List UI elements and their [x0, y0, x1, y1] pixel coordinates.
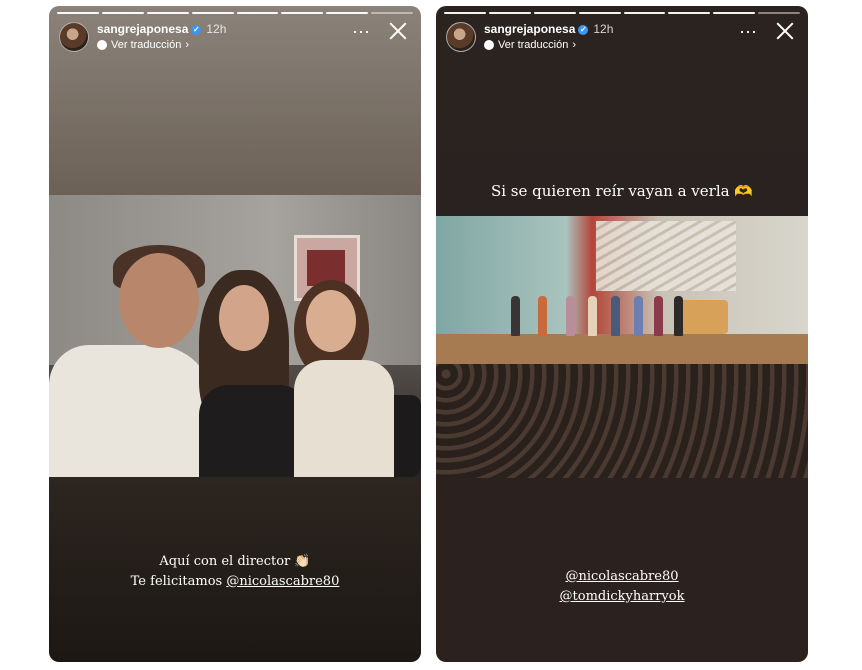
translate-link[interactable]: Ver traducción ›	[484, 39, 576, 51]
mention-link[interactable]: @tomdickyharryok	[436, 587, 808, 607]
chevron-right-icon: ›	[572, 39, 576, 51]
person-2-body	[199, 385, 309, 477]
actor	[588, 296, 597, 336]
story-caption-bottom: @nicolascabre80 @tomdickyharryok	[436, 567, 808, 607]
translate-label[interactable]: Ver traducción	[498, 39, 568, 51]
actor	[674, 296, 683, 336]
person-1-face	[119, 253, 199, 348]
story-card-1[interactable]: sangrejaponesa ✓ 12h Ver traducción › ⋯ Aq…	[49, 6, 421, 662]
progress-segment	[326, 12, 369, 14]
caption-prefix: Te felicitamos	[130, 574, 227, 589]
progress-segment	[444, 12, 486, 14]
progress-segment	[713, 12, 756, 14]
caption-line-1: Aquí con el director 👏🏻	[159, 554, 311, 569]
username-text[interactable]: sangrejaponesa	[484, 22, 575, 36]
progress-segment	[101, 12, 144, 14]
story-photo	[436, 216, 808, 478]
actor	[566, 296, 575, 336]
username[interactable]: sangrejaponesa ✓ 12h	[484, 22, 613, 36]
more-options-icon[interactable]: ⋯	[352, 22, 371, 43]
progress-segment	[578, 12, 621, 14]
progress-segment	[191, 12, 234, 14]
verified-icon: ✓	[191, 24, 202, 35]
progress-segment	[57, 12, 99, 14]
translate-icon	[97, 40, 107, 50]
stage-staircase	[596, 221, 736, 291]
stage-floor	[436, 334, 808, 364]
timestamp: 12h	[593, 22, 614, 36]
story-photo	[49, 195, 421, 477]
translate-icon	[484, 40, 494, 50]
chevron-right-icon: ›	[185, 39, 189, 51]
timestamp: 12h	[206, 22, 227, 36]
progress-segment	[281, 12, 324, 14]
story-header: sangrejaponesa ✓ 12h Ver traducción › ⋯	[446, 20, 798, 60]
username[interactable]: sangrejaponesa ✓ 12h	[97, 22, 226, 36]
mention-link[interactable]: @nicolascabre80	[226, 574, 339, 589]
person-2-face	[219, 285, 269, 351]
progress-bar	[57, 12, 413, 14]
story-header: sangrejaponesa ✓ 12h Ver traducción › ⋯	[59, 20, 411, 60]
actor	[511, 296, 520, 336]
story-caption: Aquí con el director 👏🏻 Te felicitamos @…	[49, 552, 421, 592]
progress-segment	[371, 12, 413, 14]
actor	[634, 296, 643, 336]
stage-sofa	[676, 300, 728, 334]
progress-segment	[488, 12, 531, 14]
person-3-face	[306, 290, 356, 352]
actor	[654, 296, 663, 336]
verified-icon: ✓	[578, 24, 589, 35]
caption-line-2: Te felicitamos @nicolascabre80	[49, 572, 421, 592]
actor	[611, 296, 620, 336]
avatar[interactable]	[446, 22, 476, 52]
progress-segment	[623, 12, 666, 14]
person-1-body	[49, 345, 214, 477]
progress-segment	[758, 12, 800, 14]
progress-segment	[236, 12, 279, 14]
progress-bar	[444, 12, 800, 14]
close-icon[interactable]	[774, 20, 796, 42]
translate-link[interactable]: Ver traducción ›	[97, 39, 189, 51]
username-text[interactable]: sangrejaponesa	[97, 22, 188, 36]
heart-hands-icon: 🫶	[734, 182, 754, 200]
progress-segment	[668, 12, 711, 14]
progress-segment	[533, 12, 576, 14]
caption-top-text: Si se quieren reír vayan a verla	[490, 182, 730, 200]
close-icon[interactable]	[387, 20, 409, 42]
audience	[436, 364, 808, 478]
mention-link[interactable]: @nicolascabre80	[436, 567, 808, 587]
actor	[538, 296, 547, 336]
story-caption-top: Si se quieren reír vayan a verla 🫶	[436, 182, 808, 200]
avatar[interactable]	[59, 22, 89, 52]
story-card-2[interactable]: sangrejaponesa ✓ 12h Ver traducción › ⋯ Si…	[436, 6, 808, 662]
person-3-body	[294, 360, 394, 477]
progress-segment	[146, 12, 189, 14]
translate-label[interactable]: Ver traducción	[111, 39, 181, 51]
more-options-icon[interactable]: ⋯	[739, 22, 758, 43]
